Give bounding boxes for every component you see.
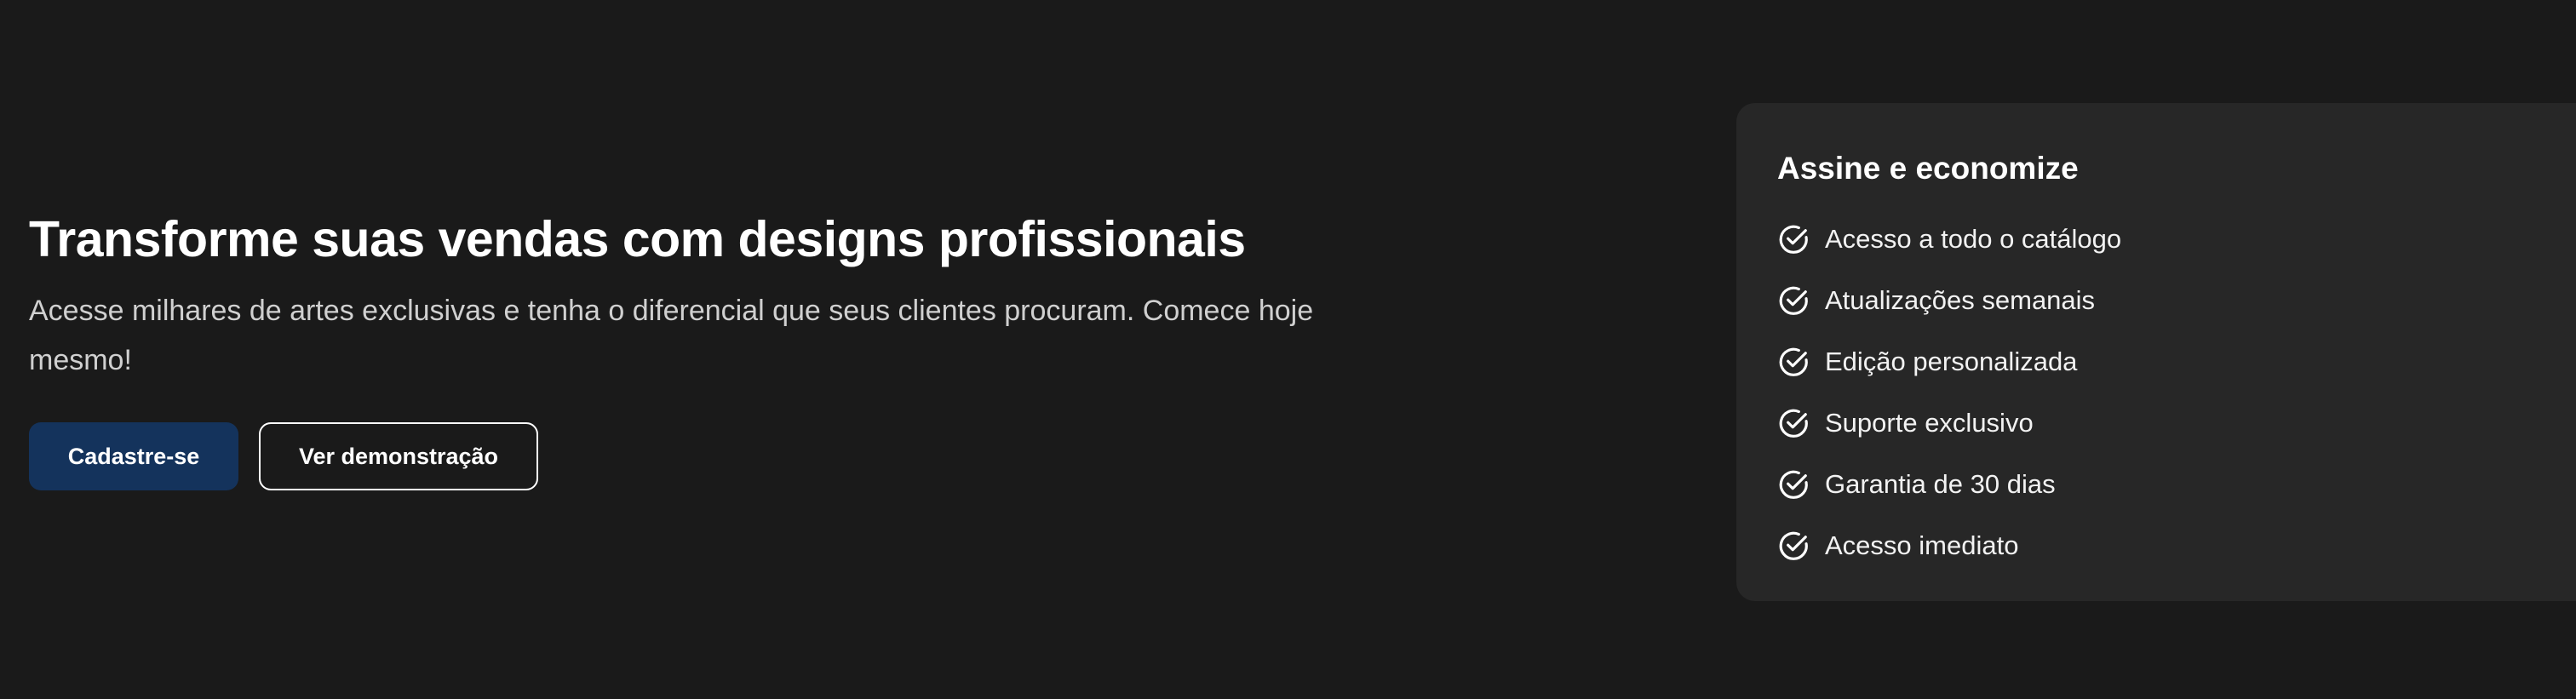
feature-list: Acesso a todo o catálogo Atualizações se… bbox=[1777, 209, 2576, 576]
page: Transforme suas vendas com designs profi… bbox=[0, 0, 2576, 699]
feature-label: Suporte exclusivo bbox=[1825, 408, 2034, 438]
check-circle-icon bbox=[1779, 286, 1808, 315]
feature-label: Atualizações semanais bbox=[1825, 285, 2096, 315]
feature-label: Edição personalizada bbox=[1825, 347, 2078, 376]
subscription-card: Assine e economize Acesso a todo o catál… bbox=[1736, 103, 2576, 601]
feature-label: Acesso a todo o catálogo bbox=[1825, 224, 2122, 254]
feature-item: Suporte exclusivo bbox=[1777, 392, 2576, 454]
card-title: Assine e economize bbox=[1777, 151, 2079, 186]
hero-section: Transforme suas vendas com designs profi… bbox=[29, 208, 1357, 490]
hero-title: Transforme suas vendas com designs profi… bbox=[29, 211, 1246, 267]
feature-item: Garantia de 30 dias bbox=[1777, 454, 2576, 515]
hero-subtitle: Acesse milhares de artes exclusivas e te… bbox=[29, 295, 1314, 376]
check-circle-icon bbox=[1779, 531, 1808, 560]
check-circle-icon bbox=[1779, 225, 1808, 254]
feature-item: Atualizações semanais bbox=[1777, 270, 2576, 331]
demo-button[interactable]: Ver demonstração bbox=[259, 422, 538, 490]
check-circle-icon bbox=[1779, 409, 1808, 438]
check-circle-icon bbox=[1779, 470, 1808, 499]
feature-item: Acesso a todo o catálogo bbox=[1777, 209, 2576, 270]
signup-button[interactable]: Cadastre-se bbox=[29, 422, 238, 490]
feature-label: Acesso imediato bbox=[1825, 530, 2019, 560]
hero-actions: Cadastre-se Ver demonstração bbox=[29, 422, 1357, 490]
feature-item: Acesso imediato bbox=[1777, 515, 2576, 576]
check-circle-icon bbox=[1779, 347, 1808, 376]
feature-label: Garantia de 30 dias bbox=[1825, 469, 2056, 499]
feature-item: Edição personalizada bbox=[1777, 331, 2576, 392]
